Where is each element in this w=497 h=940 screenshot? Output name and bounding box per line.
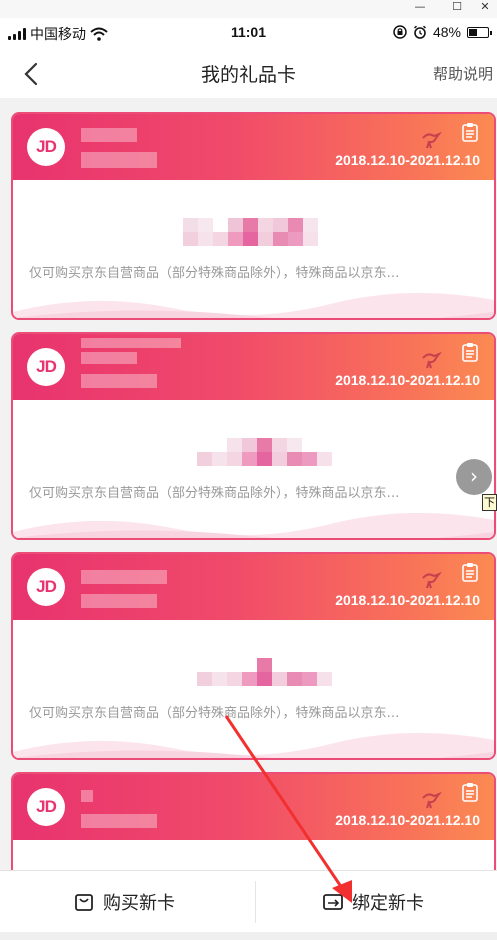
jd-logo: JD [27,128,65,166]
buy-new-card-button[interactable]: 购买新卡 [0,871,248,933]
card-validity: 2018.12.10-2021.12.10 [335,592,480,608]
battery-icon [467,26,492,38]
status-bar: 中国移动 11:01 48% [0,18,497,48]
blurred-card-balance [81,374,157,388]
close-button[interactable]: ✕ [474,0,496,16]
card-body: 仅可购买京东自营商品（部分特殊商品除外），特殊商品以京东… [13,620,494,758]
scroll-next-button[interactable]: › [456,459,492,495]
gift-card[interactable]: JD 2018.12.10-2021.12.10 仅可购买京东自营商品（部分特殊… [11,552,496,760]
card-validity: 2018.12.10-2021.12.10 [335,152,480,168]
shopping-bag-icon [75,894,93,911]
card-description: 仅可购买京东自营商品（部分特殊商品除外），特殊商品以京东… [29,266,400,281]
card-body: 仅可购买京东自营商品（部分特殊商品除外），特殊商品以京东… [13,400,494,538]
card-wave-decoration [13,512,494,538]
blurred-card-name [81,338,181,348]
card-header: JD 2018.12.10-2021.12.10 [13,114,494,180]
card-body [13,840,494,870]
battery-percent: 48% [432,24,461,40]
card-header: JD 2018.12.10-2021.12.10 [13,774,494,840]
minimize-button[interactable]: — [409,0,431,16]
gift-card[interactable]: JD 2018.12.10-2021.12.10 仅可购买京东自营商品（部分特殊… [11,112,496,320]
blurred-card-number [197,438,332,466]
tooltip-tag: 下 [482,494,497,511]
bottom-action-bar: 购买新卡 绑定新卡 [0,870,497,932]
card-bind-icon [323,894,343,910]
restore-button[interactable]: ☐ [446,0,468,16]
bird-icon [422,571,442,589]
alarm-icon [413,25,426,39]
window-chrome: — ☐ ✕ [0,0,497,18]
blurred-card-name [81,352,137,364]
blurred-card-balance [81,594,157,608]
gift-card-list[interactable]: JD 2018.12.10-2021.12.10 仅可购买京东自营商品（部分特殊… [0,98,497,870]
bind-new-card-button[interactable]: 绑定新卡 [249,871,497,933]
bind-new-card-label: 绑定新卡 [352,893,424,914]
blurred-card-name [81,790,93,802]
bird-icon [422,791,442,809]
gift-card[interactable]: JD 2018.12.10-2021.12.10 仅可购买京东自营商品（部分特殊… [11,332,496,540]
blurred-card-number [197,658,332,686]
help-link[interactable]: 帮助说明 [433,63,493,84]
card-validity: 2018.12.10-2021.12.10 [335,372,480,388]
card-wave-decoration [13,732,494,758]
blurred-card-name [81,128,137,142]
page-title: 我的礼品卡 [200,64,296,86]
rotation-lock-icon [393,25,407,39]
card-body: 仅可购买京东自营商品（部分特殊商品除外），特殊商品以京东… [13,180,494,318]
bird-icon [422,131,442,149]
card-header: JD 2018.12.10-2021.12.10 [13,334,494,400]
nav-bar: 我的礼品卡 帮助说明 [0,48,497,98]
blurred-card-number [183,218,318,246]
buy-new-card-label: 购买新卡 [103,893,175,914]
card-description: 仅可购买京东自营商品（部分特殊商品除外），特殊商品以京东… [29,486,400,501]
card-wave-decoration [13,292,494,318]
clipboard-icon[interactable] [462,562,478,582]
blurred-card-balance [81,152,157,168]
clipboard-icon[interactable] [462,122,478,142]
jd-logo: JD [27,348,65,386]
blurred-card-balance [81,814,157,828]
status-right: 48% [393,24,492,40]
clipboard-icon[interactable] [462,782,478,802]
card-validity: 2018.12.10-2021.12.10 [335,812,480,828]
bird-icon [422,351,442,369]
jd-logo: JD [27,568,65,606]
card-description: 仅可购买京东自营商品（部分特殊商品除外），特殊商品以京东… [29,706,400,721]
blurred-card-name [81,570,167,584]
clipboard-icon[interactable] [462,342,478,362]
jd-logo: JD [27,788,65,826]
card-header: JD 2018.12.10-2021.12.10 [13,554,494,620]
gift-card[interactable]: JD 2018.12.10-2021.12.10 [11,772,496,870]
bottom-strip [0,932,497,940]
